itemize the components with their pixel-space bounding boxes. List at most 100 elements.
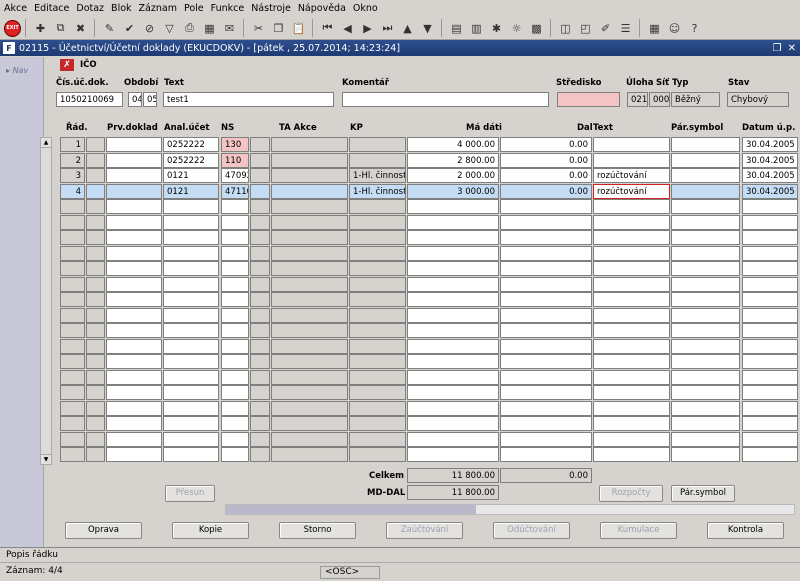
- grid-cell-par[interactable]: [671, 137, 740, 152]
- grid-cell-kp[interactable]: [349, 431, 406, 447]
- restore-icon[interactable]: ❐: [773, 43, 782, 54]
- grid-cell-prv[interactable]: [106, 292, 162, 307]
- grid-cell-prv[interactable]: [106, 354, 162, 369]
- calculator-icon[interactable]: ▦: [200, 19, 219, 38]
- table-icon[interactable]: ▥: [467, 19, 486, 38]
- paste-icon[interactable]: 📋: [289, 19, 308, 38]
- grid-cell-ta[interactable]: [271, 369, 348, 385]
- grid-cell-kp[interactable]: [349, 385, 406, 400]
- grid-cell-datum[interactable]: [742, 276, 798, 292]
- grid-cell-par[interactable]: [671, 338, 740, 354]
- grid-cell-ns[interactable]: [221, 338, 249, 354]
- grid-cell-kp[interactable]: [349, 354, 406, 369]
- grid-cell-dal[interactable]: [500, 400, 592, 416]
- grid-cell-anal[interactable]: 0252222: [163, 137, 219, 152]
- grid-cell-ta[interactable]: [271, 447, 348, 462]
- grid-cell-text[interactable]: [593, 431, 670, 447]
- grid-cell-datum[interactable]: [742, 199, 798, 214]
- menu-item-3[interactable]: Blok: [111, 3, 131, 14]
- image-icon[interactable]: ▩: [527, 19, 546, 38]
- grid-cell-text[interactable]: [593, 276, 670, 292]
- grid-cell-anal[interactable]: [163, 230, 219, 245]
- grid-cell-dal[interactable]: [500, 261, 592, 276]
- grid-cell-par[interactable]: [671, 400, 740, 416]
- grid-cell-md[interactable]: [407, 338, 499, 354]
- grid-cell-text[interactable]: [593, 400, 670, 416]
- grid-cell-text[interactable]: [593, 369, 670, 385]
- grid-cell-ns[interactable]: [221, 416, 249, 431]
- edit-icon[interactable]: ✐: [596, 19, 615, 38]
- grid-cell-par[interactable]: [671, 214, 740, 230]
- grid-cell-kp[interactable]: [349, 276, 406, 292]
- grid-cell-anal[interactable]: 0121: [163, 183, 219, 199]
- grid-cell-prv[interactable]: [106, 307, 162, 323]
- grid-cell-text[interactable]: [593, 245, 670, 261]
- grid-cell-md[interactable]: [407, 323, 499, 338]
- menu-item-8[interactable]: Nápověda: [298, 3, 346, 14]
- grid-cell-anal[interactable]: [163, 369, 219, 385]
- grid-cell-ta[interactable]: [271, 385, 348, 400]
- grid-cell-datum[interactable]: [742, 261, 798, 276]
- grid-cell-prv[interactable]: [106, 245, 162, 261]
- grid-cell-dal[interactable]: [500, 230, 592, 245]
- grid-cell-ta[interactable]: [271, 245, 348, 261]
- grid-cell-kp[interactable]: [349, 338, 406, 354]
- grid-cell-prv[interactable]: [106, 431, 162, 447]
- grid-cell-kp[interactable]: [349, 292, 406, 307]
- delete-record-icon[interactable]: ✖: [71, 19, 90, 38]
- grid-cell-kp[interactable]: [349, 323, 406, 338]
- insert-record-icon[interactable]: ✚: [31, 19, 50, 38]
- grid-cell-md[interactable]: [407, 276, 499, 292]
- grid-cell-datum[interactable]: 30.04.2005: [742, 183, 798, 199]
- grid-cell-anal[interactable]: [163, 416, 219, 431]
- grid-cell-kp[interactable]: [349, 307, 406, 323]
- grid-cell-anal[interactable]: 0121: [163, 168, 219, 183]
- exit-button[interactable]: EXIT: [4, 19, 21, 37]
- menu-item-7[interactable]: Nástroje: [251, 3, 291, 14]
- grid-cell-kp[interactable]: [349, 245, 406, 261]
- nav-label[interactable]: ▸ Nav: [6, 66, 28, 75]
- grid-cell-ns[interactable]: 110: [221, 152, 249, 168]
- grid-cell-anal[interactable]: 0252222: [163, 152, 219, 168]
- grid-cell-dal[interactable]: [500, 338, 592, 354]
- menu-item-4[interactable]: Záznam: [139, 3, 177, 14]
- grid-cell-par[interactable]: [671, 276, 740, 292]
- grid-cell-prv[interactable]: [106, 199, 162, 214]
- grid-cell-dal[interactable]: [500, 292, 592, 307]
- grid-cell-par[interactable]: [671, 385, 740, 400]
- grid-cell-par[interactable]: [671, 369, 740, 385]
- zauctovani-button[interactable]: Zaúčtování: [386, 522, 463, 539]
- grid-cell-ta[interactable]: [271, 152, 348, 168]
- grid-cell-par[interactable]: [671, 152, 740, 168]
- grid-cell-kp[interactable]: 1-Hl. činnost -: [349, 183, 406, 199]
- grid-cell-anal[interactable]: [163, 385, 219, 400]
- grid-cell-md[interactable]: 2 000.00: [407, 168, 499, 183]
- grid-cell-kp[interactable]: [349, 369, 406, 385]
- grid-cell-prv[interactable]: [106, 323, 162, 338]
- grid-cell-md[interactable]: 4 000.00: [407, 137, 499, 152]
- grid-cell-ns[interactable]: [221, 354, 249, 369]
- grid-cell-datum[interactable]: [742, 323, 798, 338]
- grid-cell-datum[interactable]: [742, 338, 798, 354]
- help-icon[interactable]: ?: [685, 19, 704, 38]
- grid-cell-md[interactable]: [407, 307, 499, 323]
- grid-cell-anal[interactable]: [163, 400, 219, 416]
- grid-cell-kp[interactable]: [349, 400, 406, 416]
- horizontal-scroll-thumb[interactable]: [226, 505, 476, 514]
- oprava-button[interactable]: Oprava: [65, 522, 142, 539]
- grid-cell-anal[interactable]: [163, 245, 219, 261]
- grid-cell-datum[interactable]: [742, 354, 798, 369]
- grid-cell-anal[interactable]: [163, 199, 219, 214]
- grid-cell-par[interactable]: [671, 230, 740, 245]
- grid-cell-datum[interactable]: 30.04.2005: [742, 168, 798, 183]
- grid-cell-text[interactable]: [593, 292, 670, 307]
- grid-cell-kp[interactable]: [349, 416, 406, 431]
- obdobi-field-2[interactable]: 05: [143, 92, 157, 107]
- grid-cell-datum[interactable]: [742, 230, 798, 245]
- grid-cell-dal[interactable]: [500, 307, 592, 323]
- grid-cell-dal[interactable]: [500, 245, 592, 261]
- grid-cell-ta[interactable]: [271, 276, 348, 292]
- grid-cell-ta[interactable]: [271, 199, 348, 214]
- menu-item-0[interactable]: Akce: [4, 3, 27, 14]
- grid-cell-anal[interactable]: [163, 292, 219, 307]
